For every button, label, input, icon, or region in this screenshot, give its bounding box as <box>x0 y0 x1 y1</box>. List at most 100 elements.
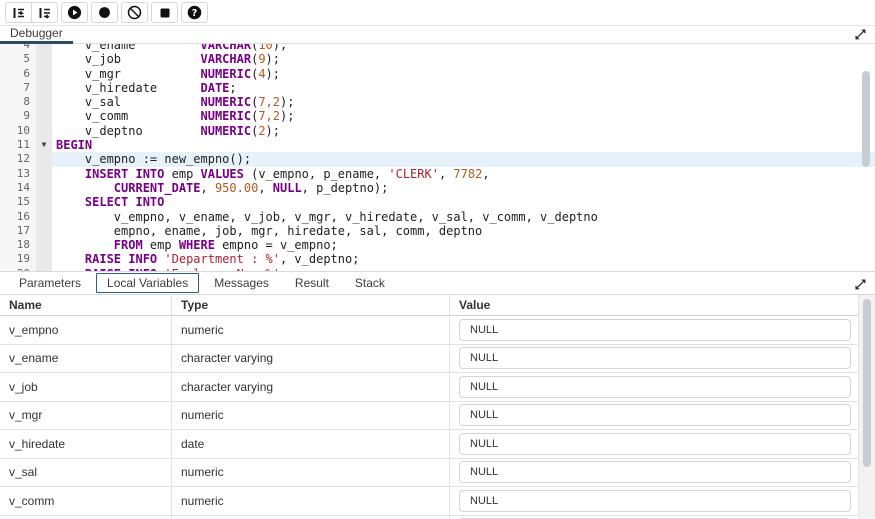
table-row[interactable]: v_mgrnumeric <box>0 402 875 431</box>
line-number[interactable]: 18 <box>0 238 36 252</box>
code-line-6[interactable]: 6 v_mgr NUMERIC(4); <box>0 67 875 81</box>
code-line-13[interactable]: 13 INSERT INTO emp VALUES (v_empno, p_en… <box>0 167 875 181</box>
line-number[interactable]: 10 <box>0 124 36 138</box>
code-line-5[interactable]: 5 v_job VARCHAR(9); <box>0 52 875 66</box>
code-line-12[interactable]: 12 v_empno := new_empno(); <box>0 152 875 166</box>
fold-gutter <box>36 181 52 195</box>
value-input[interactable] <box>459 490 851 512</box>
tab-messages[interactable]: Messages <box>203 273 280 293</box>
step-over-button[interactable] <box>31 2 58 23</box>
continue-icon <box>67 5 82 20</box>
expand-results-icon[interactable] <box>853 277 867 291</box>
variable-name-cell: v_job <box>0 373 172 401</box>
column-header-value: Value <box>450 295 875 315</box>
variable-name-cell: v_mgr <box>0 402 172 430</box>
panel-tab-bar: Debugger <box>0 26 875 44</box>
variable-value-cell <box>450 345 875 373</box>
line-number[interactable]: 12 <box>0 152 36 166</box>
code-text: v_deptno NUMERIC(2); <box>52 124 875 138</box>
table-row[interactable]: v_hiredatedate <box>0 430 875 459</box>
step-button-group <box>5 2 58 23</box>
tab-stack[interactable]: Stack <box>344 273 396 293</box>
table-row[interactable]: v_empnonumeric <box>0 316 875 345</box>
table-row[interactable]: v_salnumeric <box>0 459 875 488</box>
variable-type-cell: numeric <box>172 459 450 487</box>
line-number[interactable]: 13 <box>0 167 36 181</box>
code-text: SELECT INTO <box>52 195 875 209</box>
step-into-icon <box>12 6 26 20</box>
column-header-type: Type <box>172 295 450 315</box>
tab-parameters[interactable]: Parameters <box>8 273 92 293</box>
table-vertical-scrollbar[interactable] <box>863 299 871 467</box>
code-editor[interactable]: 4 v_ename VARCHAR(10);5 v_job VARCHAR(9)… <box>0 44 875 271</box>
svg-text:?: ? <box>192 8 198 19</box>
code-line-14[interactable]: 14 CURRENT_DATE, 950.00, NULL, p_deptno)… <box>0 181 875 195</box>
line-number[interactable]: 6 <box>0 67 36 81</box>
step-into-button[interactable] <box>5 2 32 23</box>
line-number[interactable]: 14 <box>0 181 36 195</box>
tab-local-variables[interactable]: Local Variables <box>96 273 199 293</box>
line-number[interactable]: 9 <box>0 109 36 123</box>
table-scrollbar-track[interactable] <box>858 295 875 519</box>
expand-editor-icon[interactable] <box>853 27 867 41</box>
variable-value-cell <box>450 430 875 458</box>
variable-type-cell: character varying <box>172 345 450 373</box>
variable-name-cell: v_sal <box>0 459 172 487</box>
table-header-row: Name Type Value <box>0 295 875 316</box>
line-number[interactable]: 8 <box>0 95 36 109</box>
value-input[interactable] <box>459 347 851 369</box>
debugger-toolbar: ? <box>0 0 875 26</box>
clear-all-breakpoints-button[interactable] <box>121 2 148 23</box>
line-number[interactable]: 15 <box>0 195 36 209</box>
table-row[interactable]: v_enamecharacter varying <box>0 345 875 374</box>
line-number[interactable]: 11 <box>0 138 36 152</box>
line-number[interactable]: 7 <box>0 81 36 95</box>
code-text: v_job VARCHAR(9); <box>52 52 875 66</box>
code-line-19[interactable]: 19 RAISE INFO 'Department : %', v_deptno… <box>0 252 875 266</box>
table-row[interactable]: v_deptnonumeric <box>0 516 875 519</box>
variable-value-cell <box>450 373 875 401</box>
help-button[interactable]: ? <box>181 2 208 23</box>
value-input[interactable] <box>459 319 851 341</box>
table-row[interactable]: v_jobcharacter varying <box>0 373 875 402</box>
fold-gutter <box>36 109 52 123</box>
line-number[interactable]: 5 <box>0 52 36 66</box>
value-input[interactable] <box>459 433 851 455</box>
line-number[interactable]: 16 <box>0 210 36 224</box>
value-input[interactable] <box>459 376 851 398</box>
code-line-18[interactable]: 18 FROM emp WHERE empno = v_empno; <box>0 238 875 252</box>
table-row[interactable]: v_commnumeric <box>0 487 875 516</box>
tab-debugger[interactable]: Debugger <box>0 26 73 43</box>
line-number[interactable]: 19 <box>0 252 36 266</box>
variable-type-cell: numeric <box>172 316 450 344</box>
code-line-10[interactable]: 10 v_deptno NUMERIC(2); <box>0 124 875 138</box>
continue-button[interactable] <box>61 2 88 23</box>
code-line-7[interactable]: 7 v_hiredate DATE; <box>0 81 875 95</box>
code-lines: 4 v_ename VARCHAR(10);5 v_job VARCHAR(9)… <box>0 44 875 271</box>
variable-value-cell <box>450 402 875 430</box>
local-variables-table: Name Type Value v_empnonumericv_enamecha… <box>0 295 875 519</box>
code-line-16[interactable]: 16 v_empno, v_ename, v_job, v_mgr, v_hir… <box>0 210 875 224</box>
toggle-breakpoint-button[interactable] <box>91 2 118 23</box>
value-input[interactable] <box>459 461 851 483</box>
editor-vertical-scrollbar[interactable] <box>862 71 870 167</box>
line-number[interactable]: 17 <box>0 224 36 238</box>
tab-result[interactable]: Result <box>284 273 340 293</box>
line-number[interactable]: 4 <box>0 44 36 52</box>
code-line-4[interactable]: 4 v_ename VARCHAR(10); <box>0 44 875 52</box>
code-text: FROM emp WHERE empno = v_empno; <box>52 238 875 252</box>
value-input[interactable] <box>459 404 851 426</box>
fold-marker-icon[interactable]: ▼ <box>36 138 52 152</box>
code-line-8[interactable]: 8 v_sal NUMERIC(7,2); <box>0 95 875 109</box>
variable-name-cell: v_ename <box>0 345 172 373</box>
code-line-17[interactable]: 17 empno, ename, job, mgr, hiredate, sal… <box>0 224 875 238</box>
variable-value-cell <box>450 516 875 519</box>
fold-gutter <box>36 81 52 95</box>
results-tab-bar: ParametersLocal VariablesMessagesResultS… <box>0 271 875 295</box>
code-text: INSERT INTO emp VALUES (v_empno, p_ename… <box>52 167 875 181</box>
code-line-15[interactable]: 15 SELECT INTO <box>0 195 875 209</box>
code-line-9[interactable]: 9 v_comm NUMERIC(7,2); <box>0 109 875 123</box>
stop-button[interactable] <box>151 2 178 23</box>
column-header-name: Name <box>0 295 172 315</box>
code-line-11[interactable]: 11▼BEGIN <box>0 138 875 152</box>
